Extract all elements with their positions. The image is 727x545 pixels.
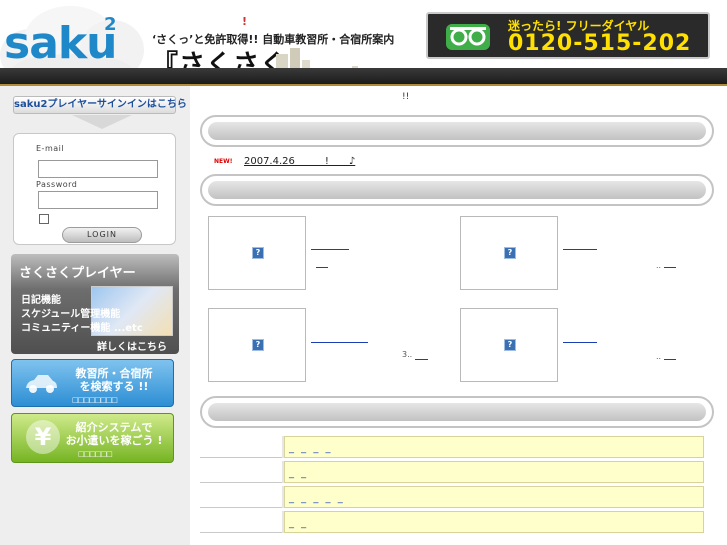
player-feature-community: コミュニティー機能 ...etc: [21, 323, 143, 334]
news-link[interactable]: 2007.4.26 ! ♪: [244, 156, 355, 167]
school-sublink-2[interactable]: [664, 267, 676, 268]
player-details-link[interactable]: 詳しくはこちら: [97, 338, 167, 353]
news-item: NEW! 2007.4.26 ! ♪: [214, 152, 355, 167]
school-sublink-1[interactable]: [316, 267, 328, 268]
school-search-text: 教習所・合宿所 を検索する !!: [58, 367, 170, 393]
school-search-subtext: □□□□□□□□: [72, 396, 118, 404]
featured-section-header-bar: [208, 181, 706, 199]
free-dial-icon: [446, 24, 490, 50]
table-row-value[interactable]: _ _: [284, 461, 704, 483]
info-section-header-bar: [208, 403, 706, 421]
table-row-label: [200, 486, 282, 508]
table-row: _ _ _ _ _: [200, 486, 704, 508]
table-row-label: [200, 511, 282, 533]
saku-player-banner[interactable]: さくさくプレイヤー 日記機能 スケジュール管理機能 コミュニティー機能 ...e…: [11, 254, 179, 354]
school-sublink-3[interactable]: [415, 359, 428, 360]
player-banner-title: さくさくプレイヤー: [19, 266, 136, 281]
table-row: _ _ _ _: [200, 436, 704, 458]
school-link-1[interactable]: [311, 249, 349, 250]
email-label: E-mail: [36, 144, 65, 153]
table-row-value[interactable]: _ _ _ _: [284, 436, 704, 458]
table-row-value[interactable]: _ _ _ _ _: [284, 486, 704, 508]
site-header: saku 2 ! ‘さくっ’と免許取得!! 自動車教習所・合宿所案内 『さくさく…: [0, 0, 727, 86]
player-feature-schedule: スケジュール管理機能: [21, 309, 121, 320]
school-sublink-4[interactable]: [664, 359, 676, 360]
yen-icon: ¥: [26, 420, 60, 454]
referral-text: 紹介システムで お小遣いを稼ごう !: [58, 421, 170, 447]
school-image-1[interactable]: ?: [208, 216, 306, 290]
school-image-3[interactable]: ?: [208, 308, 306, 382]
broken-image-icon: ?: [504, 339, 516, 351]
broken-image-icon: ?: [504, 247, 516, 259]
tagline-exclamation: !: [242, 15, 248, 28]
broken-image-icon: ?: [252, 247, 264, 259]
free-dial-number: 0120-515-202: [508, 31, 692, 56]
school-image-2[interactable]: ?: [460, 216, 558, 290]
referral-system-banner[interactable]: ¥ 紹介システムで お小遣いを稼ごう ! □□□□□□: [11, 413, 174, 463]
site-logo-superscript: 2: [104, 14, 117, 35]
table-row-label: [200, 461, 282, 483]
info-section-header: [200, 396, 714, 428]
referral-line2: お小遣いを稼ごう !: [65, 434, 163, 447]
password-label: Password: [36, 180, 78, 189]
player-feature-diary: 日記機能: [21, 295, 61, 306]
main-notice: !!: [402, 92, 410, 102]
featured-section-header: [200, 174, 714, 206]
car-icon: [26, 375, 57, 393]
table-row-value[interactable]: _ _: [284, 511, 704, 533]
school-search-line2: を検索する !!: [79, 380, 149, 393]
main-content: !! NEW! 2007.4.26 ! ♪ ? ? .. ? 3.. ? .. …: [190, 86, 727, 545]
table-row: _ _: [200, 461, 704, 483]
school-note-2: ..: [656, 261, 662, 270]
new-badge: NEW!: [214, 157, 233, 165]
table-row: _ _: [200, 511, 704, 533]
school-link-4[interactable]: [563, 342, 597, 343]
remember-me-checkbox[interactable]: [39, 214, 49, 224]
school-search-banner[interactable]: 教習所・合宿所 を検索する !! □□□□□□□□: [11, 359, 174, 407]
referral-line1: 紹介システムで: [75, 421, 153, 434]
login-panel: E-mail Password LOGIN: [13, 133, 176, 245]
school-search-line1: 教習所・合宿所: [75, 367, 153, 380]
player-signin-tab[interactable]: saku2プレイヤーサインインはこちら: [13, 96, 187, 114]
signin-down-arrow-icon: [72, 115, 132, 129]
login-button[interactable]: LOGIN: [62, 227, 142, 243]
school-note-4: ..: [656, 352, 662, 361]
school-note-3: 3..: [402, 350, 413, 359]
school-link-2[interactable]: [563, 249, 597, 250]
password-field[interactable]: [38, 191, 158, 209]
school-link-3[interactable]: [311, 342, 368, 343]
email-field[interactable]: [38, 160, 158, 178]
site-logo[interactable]: saku: [4, 18, 117, 69]
table-row-label: [200, 436, 282, 458]
referral-subtext: □□□□□□: [78, 450, 113, 458]
school-image-4[interactable]: ?: [460, 308, 558, 382]
news-section-header: [200, 115, 714, 147]
sidebar: saku2プレイヤーサインインはこちら E-mail Password LOGI…: [0, 86, 190, 545]
news-section-header-bar: [208, 122, 706, 140]
broken-image-icon: ?: [252, 339, 264, 351]
free-dial-box[interactable]: 迷ったら! フリーダイヤル 0120-515-202: [426, 12, 710, 59]
